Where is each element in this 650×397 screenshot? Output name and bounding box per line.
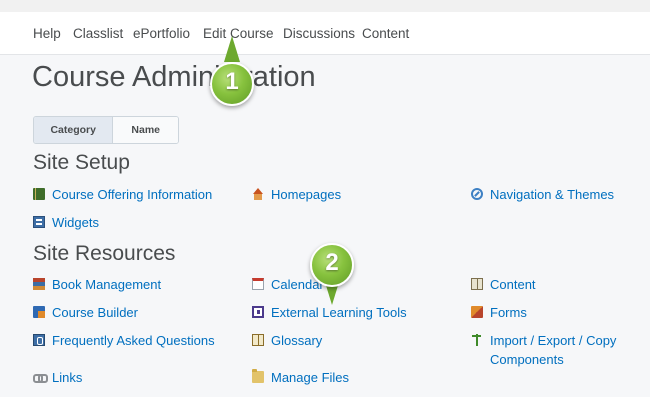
- tool-frequently-asked-questions[interactable]: Frequently Asked Questions: [33, 331, 215, 350]
- category-toggle-button[interactable]: Category: [34, 117, 114, 143]
- tool-links[interactable]: Links: [33, 368, 82, 387]
- callout-pointer: [224, 36, 240, 62]
- nav-classlist[interactable]: Classlist: [73, 26, 123, 41]
- tool-label: Homepages: [271, 187, 342, 202]
- page-title: Course Administration: [32, 61, 316, 93]
- books-icon: [33, 278, 45, 290]
- view-toggle: Category Name: [33, 116, 179, 144]
- tool-label: Import / Export / Copy Components: [490, 333, 617, 367]
- import-export-icon: [471, 334, 483, 346]
- section-title-site-setup: Site Setup: [33, 151, 130, 174]
- tool-course-offering-information[interactable]: Course Offering Information: [33, 185, 212, 204]
- house-icon: [252, 188, 264, 200]
- calendar-icon: [252, 278, 264, 290]
- nav-discussions[interactable]: Discussions: [283, 26, 355, 41]
- faq-icon: [33, 334, 45, 346]
- book-icon: [33, 188, 45, 200]
- callout-number: 1: [225, 68, 239, 95]
- forms-icon: [471, 306, 483, 318]
- tool-import-export-copy-components[interactable]: Import / Export / Copy Components: [471, 331, 650, 369]
- nav-content[interactable]: Content: [362, 26, 409, 41]
- open-book-icon: [471, 278, 483, 290]
- section-title-site-resources: Site Resources: [33, 242, 176, 265]
- compass-icon: [471, 188, 483, 200]
- external-tool-icon: [252, 306, 264, 318]
- builder-icon: [33, 306, 45, 318]
- tool-label: Book Management: [52, 277, 162, 292]
- tool-label: Course Builder: [52, 305, 138, 320]
- tool-external-learning-tools[interactable]: External Learning Tools: [252, 303, 407, 322]
- tool-glossary[interactable]: Glossary: [252, 331, 322, 350]
- callout-marker-1: 1: [210, 36, 254, 114]
- folder-icon: [252, 369, 264, 383]
- tool-homepages[interactable]: Homepages: [252, 185, 341, 204]
- tool-content[interactable]: Content: [471, 275, 536, 294]
- callout-marker-2: 2: [310, 243, 354, 305]
- nav-eportfolio[interactable]: ePortfolio: [133, 26, 190, 41]
- tool-navigation-themes[interactable]: Navigation & Themes: [471, 185, 614, 204]
- tool-label: Navigation & Themes: [490, 187, 615, 202]
- tool-label: Forms: [490, 305, 527, 320]
- tool-label: Links: [52, 370, 83, 385]
- tool-label: Frequently Asked Questions: [52, 333, 215, 348]
- nav-help[interactable]: Help: [33, 26, 61, 41]
- tool-label: Content: [490, 277, 536, 292]
- tool-label: Course Offering Information: [52, 187, 213, 202]
- widgets-icon: [33, 216, 45, 228]
- tool-forms[interactable]: Forms: [471, 303, 527, 322]
- tool-label: Glossary: [271, 333, 323, 348]
- tool-manage-files[interactable]: Manage Files: [252, 368, 349, 387]
- tool-widgets[interactable]: Widgets: [33, 213, 99, 232]
- tool-book-management[interactable]: Book Management: [33, 275, 161, 294]
- callout-number: 2: [325, 249, 339, 276]
- top-navbar: Help Classlist ePortfolio Edit Course Di…: [0, 0, 650, 55]
- tool-course-builder[interactable]: Course Builder: [33, 303, 138, 322]
- tool-label: Widgets: [52, 215, 99, 230]
- glossary-icon: [252, 334, 264, 346]
- tool-label: Manage Files: [271, 370, 350, 385]
- tool-label: External Learning Tools: [271, 305, 407, 320]
- link-icon: [33, 371, 48, 383]
- name-toggle-button[interactable]: Name: [113, 117, 178, 143]
